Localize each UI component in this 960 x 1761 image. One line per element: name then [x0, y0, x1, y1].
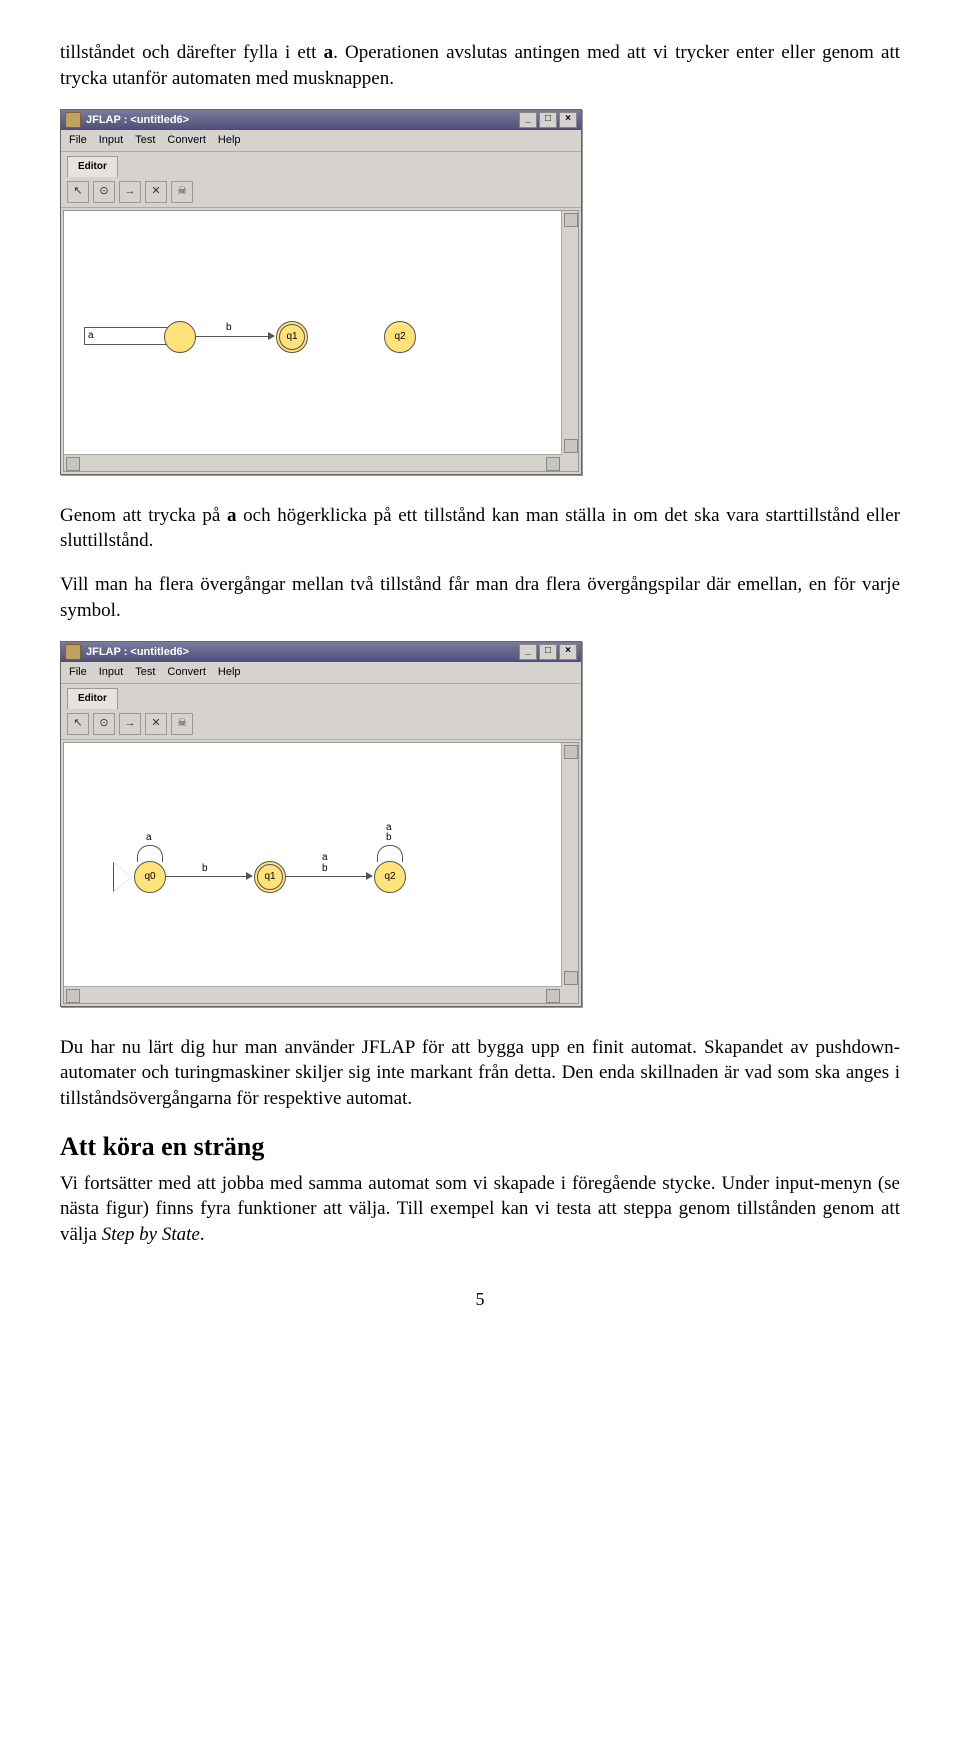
menu-help[interactable]: Help	[218, 133, 241, 148]
menu-file[interactable]: File	[69, 665, 87, 680]
vertical-scrollbar[interactable]	[561, 211, 578, 455]
page-number: 5	[60, 1287, 900, 1311]
minimize-button[interactable]: _	[519, 112, 537, 128]
state-q2[interactable]: q2	[374, 861, 406, 893]
transition-q0-q1-label: b	[202, 862, 208, 876]
menubar: File Input Test Convert Help	[61, 662, 581, 684]
tool-select[interactable]: ↖	[67, 181, 89, 203]
transition-label-b: b	[226, 321, 232, 335]
titlebar: JFLAP : <untitled6> _ □ ×	[61, 642, 581, 662]
paragraph-4: Du har nu lärt dig hur man använder JFLA…	[60, 1035, 900, 1112]
window-title: JFLAP : <untitled6>	[86, 113, 189, 128]
menubar: File Input Test Convert Help	[61, 130, 581, 152]
menu-file[interactable]: File	[69, 133, 87, 148]
arrow-icon	[268, 332, 275, 340]
tool-select[interactable]: ↖	[67, 713, 89, 735]
app-icon	[65, 644, 81, 660]
menu-convert[interactable]: Convert	[167, 133, 206, 148]
selfloop-q2-label-b: b	[386, 831, 392, 845]
maximize-button[interactable]: □	[539, 644, 557, 660]
jflap-window-1: JFLAP : <untitled6> _ □ × File Input Tes…	[60, 109, 582, 474]
app-icon	[65, 112, 81, 128]
menu-input[interactable]: Input	[99, 665, 123, 680]
tool-delete[interactable]: ✕	[145, 713, 167, 735]
scroll-corner	[562, 987, 578, 1003]
menu-test[interactable]: Test	[135, 133, 155, 148]
menu-help[interactable]: Help	[218, 665, 241, 680]
p2-bold: a	[227, 505, 237, 526]
section-heading: Att köra en sträng	[60, 1129, 900, 1164]
tabbar: Editor	[61, 152, 581, 177]
p1-bold: a	[324, 42, 334, 63]
menu-convert[interactable]: Convert	[167, 665, 206, 680]
transition-q1-q2	[286, 876, 366, 877]
arrow-icon	[366, 872, 373, 880]
menu-test[interactable]: Test	[135, 665, 155, 680]
p5-post: .	[200, 1224, 205, 1245]
state-q0[interactable]	[164, 321, 196, 353]
transition-q0-q1	[196, 336, 268, 337]
p5-italic: Step by State	[102, 1224, 200, 1245]
paragraph-1: tillståndet och därefter fylla i ett a. …	[60, 40, 900, 91]
state-q2[interactable]: q2	[384, 321, 416, 353]
transition-input[interactable]: a	[84, 327, 174, 345]
selfloop-q0-label: a	[146, 831, 152, 845]
p1-pre: tillståndet och därefter fylla i ett	[60, 42, 324, 63]
toolbar: ↖ ⊙ → ✕ ☠	[61, 709, 581, 740]
tab-editor[interactable]: Editor	[67, 688, 118, 709]
start-marker	[114, 863, 132, 891]
transition-q1-q2-label-b: b	[322, 862, 328, 876]
state-q0[interactable]: q0	[134, 861, 166, 893]
horizontal-scrollbar[interactable]	[64, 986, 562, 1003]
window-title: JFLAP : <untitled6>	[86, 645, 189, 660]
maximize-button[interactable]: □	[539, 112, 557, 128]
close-button[interactable]: ×	[559, 644, 577, 660]
automaton-canvas-1[interactable]: a b q1 q2	[63, 210, 579, 472]
tool-delete[interactable]: ✕	[145, 181, 167, 203]
close-button[interactable]: ×	[559, 112, 577, 128]
tool-skull[interactable]: ☠	[171, 713, 193, 735]
paragraph-5: Vi fortsätter med att jobba med samma au…	[60, 1171, 900, 1248]
toolbar: ↖ ⊙ → ✕ ☠	[61, 177, 581, 208]
tool-state[interactable]: ⊙	[93, 713, 115, 735]
minimize-button[interactable]: _	[519, 644, 537, 660]
selfloop-q2	[377, 845, 403, 862]
state-q1[interactable]: q1	[254, 861, 286, 893]
arrow-icon	[246, 872, 253, 880]
p2-pre: Genom att trycka på	[60, 505, 227, 526]
tab-editor[interactable]: Editor	[67, 156, 118, 177]
horizontal-scrollbar[interactable]	[64, 454, 562, 471]
titlebar: JFLAP : <untitled6> _ □ ×	[61, 110, 581, 130]
scroll-corner	[562, 455, 578, 471]
paragraph-3: Vill man ha flera övergångar mellan två …	[60, 572, 900, 623]
tool-transition[interactable]: →	[119, 181, 141, 203]
tabbar: Editor	[61, 684, 581, 709]
state-q1[interactable]: q1	[276, 321, 308, 353]
menu-input[interactable]: Input	[99, 133, 123, 148]
paragraph-2: Genom att trycka på a och högerklicka på…	[60, 503, 900, 554]
tool-transition[interactable]: →	[119, 713, 141, 735]
automaton-canvas-2[interactable]: a q0 b q1 a b a b q2	[63, 742, 579, 1004]
jflap-window-2: JFLAP : <untitled6> _ □ × File Input Tes…	[60, 641, 582, 1006]
transition-q0-q1	[166, 876, 246, 877]
tool-state[interactable]: ⊙	[93, 181, 115, 203]
selfloop-q0	[137, 845, 163, 862]
vertical-scrollbar[interactable]	[561, 743, 578, 987]
tool-skull[interactable]: ☠	[171, 181, 193, 203]
